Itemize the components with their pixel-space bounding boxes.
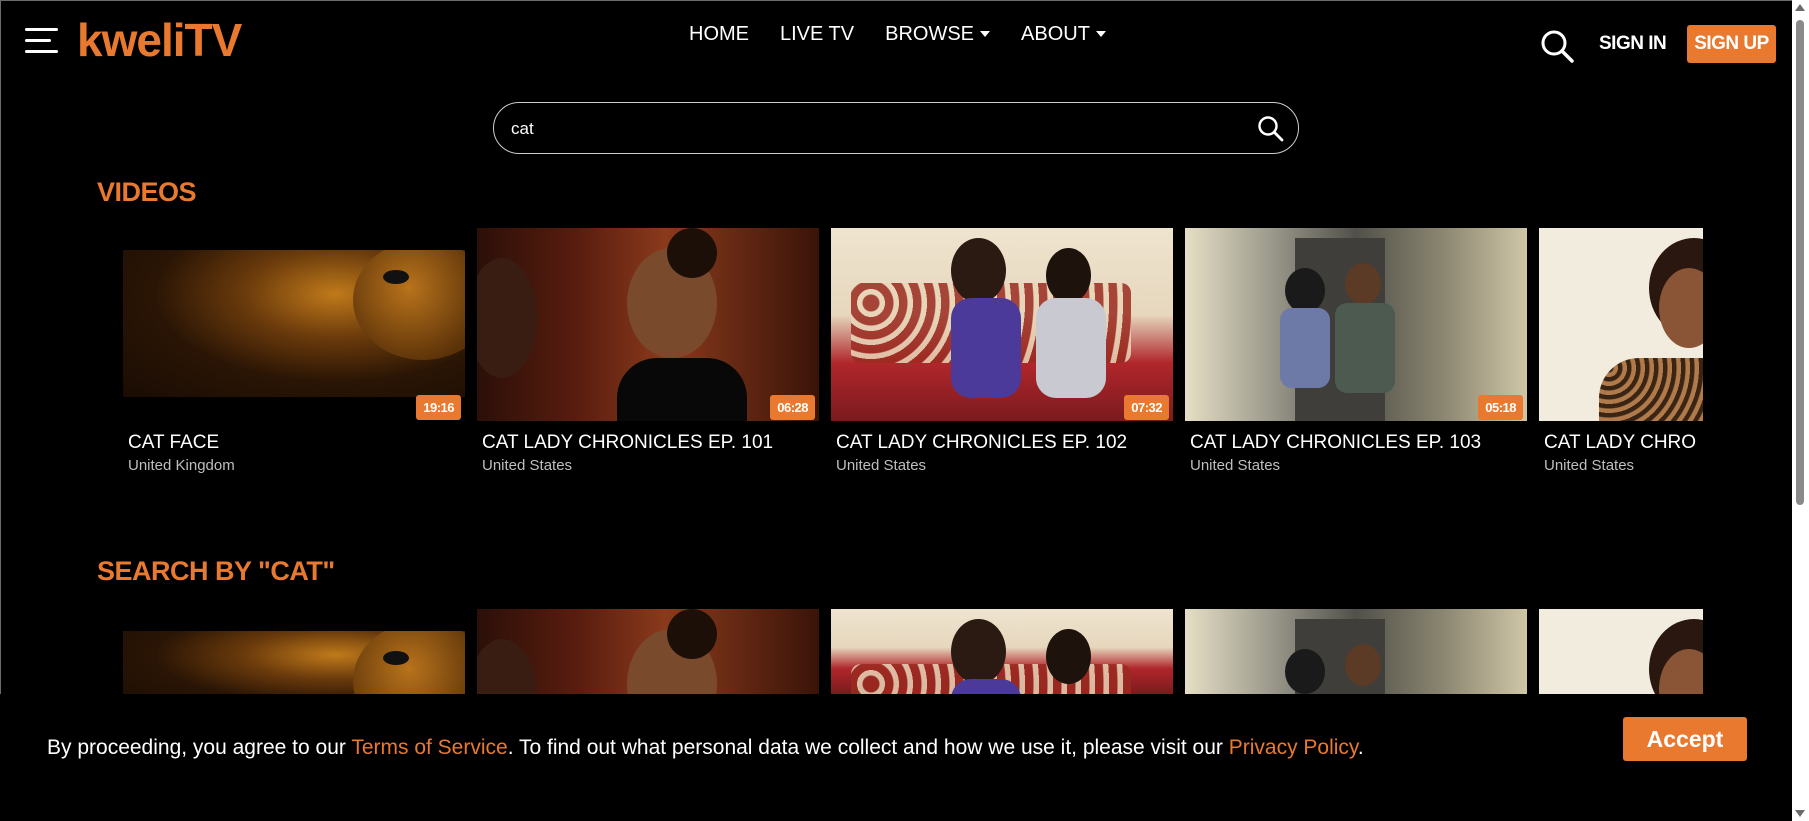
video-thumbnail[interactable] xyxy=(123,631,465,694)
video-title[interactable]: CAT FACE xyxy=(128,432,219,454)
nav-browse-label: BROWSE xyxy=(885,23,975,45)
nav-browse[interactable]: BROWSE xyxy=(885,22,991,46)
video-title[interactable]: CAT LADY CHRONICLES EP. 101 xyxy=(482,432,773,454)
main-nav: HOME LIVE TV BROWSE ABOUT xyxy=(689,22,1137,46)
video-title[interactable]: CAT LADY CHRONICLES EP. 103 xyxy=(1190,432,1481,454)
video-thumbnail[interactable] xyxy=(831,228,1173,421)
person-hair xyxy=(1046,248,1091,303)
videos-section-title: VIDEOS xyxy=(97,177,197,207)
person-hair xyxy=(1285,649,1325,694)
cookie-message: By proceeding, you agree to our Terms of… xyxy=(47,732,1417,763)
terms-of-service-link[interactable]: Terms of Service xyxy=(351,736,507,759)
video-thumbnail[interactable] xyxy=(477,609,819,694)
person-hair xyxy=(951,238,1006,303)
nav-home[interactable]: HOME xyxy=(689,22,749,46)
duration-badge: 06:28 xyxy=(770,395,815,420)
vertical-scrollbar[interactable] xyxy=(1792,0,1809,821)
person-body xyxy=(1335,303,1395,393)
video-country: United Kingdom xyxy=(128,457,235,474)
hair-bun xyxy=(667,228,717,278)
video-thumbnail[interactable] xyxy=(1185,228,1527,421)
person-hair xyxy=(1046,629,1091,684)
search-by-section-title: SEARCH BY "CAT" xyxy=(97,556,335,586)
hamburger-menu-icon[interactable] xyxy=(25,28,58,54)
sign-up-button[interactable]: SIGN UP xyxy=(1687,25,1776,63)
chevron-down-icon xyxy=(980,31,991,37)
duration-badge: 07:32 xyxy=(1124,395,1169,420)
cookie-text-after: . xyxy=(1357,736,1364,759)
person-body xyxy=(617,358,747,421)
search-input[interactable] xyxy=(509,115,1213,143)
eye-shape xyxy=(383,651,409,665)
scroll-up-arrow-icon[interactable] xyxy=(1795,4,1805,11)
eye-shape xyxy=(383,270,409,284)
accept-button[interactable]: Accept xyxy=(1623,717,1747,761)
face-shape xyxy=(353,631,465,694)
duration-badge: 05:18 xyxy=(1478,395,1523,420)
video-country: United States xyxy=(1544,457,1635,474)
search-bar xyxy=(493,102,1299,154)
privacy-policy-link[interactable]: Privacy Policy xyxy=(1229,736,1358,759)
nav-about-label: ABOUT xyxy=(1021,23,1090,45)
search-icon[interactable] xyxy=(1257,115,1284,142)
video-thumbnail[interactable] xyxy=(1539,609,1703,694)
person-body xyxy=(1036,298,1106,398)
scroll-down-arrow-icon[interactable] xyxy=(1795,810,1805,817)
kwelitv-logo[interactable]: kweliTV xyxy=(77,12,242,68)
video-thumbnail[interactable] xyxy=(123,250,465,397)
person-hair xyxy=(1285,268,1325,313)
video-thumbnail[interactable] xyxy=(477,228,819,421)
nav-about[interactable]: ABOUT xyxy=(1021,22,1106,46)
person-face xyxy=(477,258,537,378)
person-face xyxy=(1345,644,1381,686)
cookie-text-before: By proceeding, you agree to our xyxy=(47,736,352,759)
cookie-banner: By proceeding, you agree to our Terms of… xyxy=(0,694,1792,821)
nav-home-label: HOME xyxy=(689,23,749,45)
person-face xyxy=(1345,263,1381,305)
chevron-down-icon xyxy=(1095,31,1106,37)
nav-live-tv[interactable]: LIVE TV xyxy=(780,22,854,46)
video-country: United States xyxy=(482,457,573,474)
face-shape xyxy=(353,250,465,360)
hair-bun xyxy=(667,609,717,659)
scrollbar-thumb[interactable] xyxy=(1796,20,1804,505)
video-title[interactable]: CAT LADY CHRONICLES EP. 102 xyxy=(836,432,1127,454)
person-body xyxy=(1280,308,1330,388)
person-hair xyxy=(951,619,1006,684)
person-body xyxy=(951,298,1021,398)
search-results-row xyxy=(123,609,1703,694)
video-title[interactable]: CAT LADY CHRONICLES EP. 104 xyxy=(1544,432,1696,454)
nav-live-tv-label: LIVE TV xyxy=(780,23,855,45)
video-country: United States xyxy=(836,457,927,474)
person-body xyxy=(951,679,1021,694)
video-card-clip: CAT LADY CHRONICLES EP. 104 United State… xyxy=(1544,0,1696,480)
video-thumbnail[interactable] xyxy=(1185,609,1527,694)
duration-badge: 19:16 xyxy=(416,395,461,420)
cookie-text-middle: . To find out what personal data we coll… xyxy=(507,736,1229,759)
person-face xyxy=(477,639,537,694)
video-thumbnail[interactable] xyxy=(831,609,1173,694)
video-country: United States xyxy=(1190,457,1281,474)
